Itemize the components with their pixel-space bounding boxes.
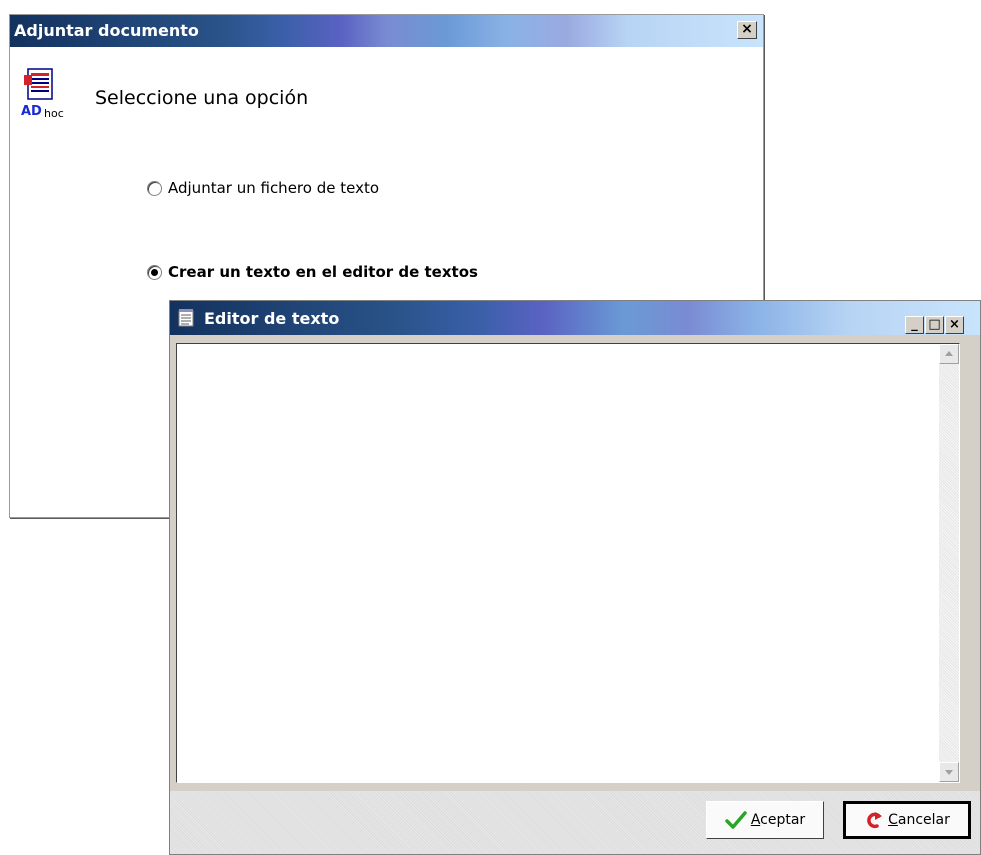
dialog-heading: Seleccione una opción [95, 87, 309, 109]
window-title: Editor de texto [204, 309, 340, 328]
adhoc-document-icon: AD hoc [21, 68, 64, 119]
scroll-down-button[interactable] [939, 762, 959, 782]
notepad-icon [178, 309, 194, 327]
accept-label: Aceptar [750, 812, 806, 828]
text-editor-window: Editor de texto _ □ × Aceptar Cancelar [169, 300, 981, 855]
title-bar[interactable]: Editor de texto _ □ × [170, 301, 980, 335]
minimize-button[interactable]: _ [905, 316, 924, 334]
option-label: Crear un texto en el editor de textos [168, 263, 478, 281]
cancel-arrow-icon [867, 812, 883, 829]
radio-button-checked[interactable] [147, 264, 162, 280]
accept-button[interactable]: Aceptar [706, 801, 824, 839]
cancel-button[interactable]: Cancelar [843, 801, 971, 839]
radio-button-unchecked[interactable] [147, 180, 162, 196]
scroll-up-button[interactable] [939, 344, 959, 364]
title-bar[interactable]: Adjuntar documento × [10, 15, 763, 47]
option-create-text-in-editor[interactable]: Crear un texto en el editor de textos [147, 263, 478, 281]
maximize-button[interactable]: □ [925, 316, 944, 334]
text-editor-area[interactable] [176, 343, 960, 783]
checkmark-icon [725, 811, 747, 829]
close-button[interactable]: × [737, 21, 757, 39]
option-label: Adjuntar un fichero de texto [168, 179, 380, 197]
option-attach-text-file[interactable]: Adjuntar un fichero de texto [147, 179, 379, 197]
vertical-scrollbar[interactable] [939, 344, 959, 782]
svg-text:AD: AD [21, 104, 42, 119]
cancel-label: Cancelar [888, 812, 950, 828]
dialog-title: Adjuntar documento [14, 21, 199, 40]
svg-text:hoc: hoc [44, 107, 64, 119]
close-button[interactable]: × [945, 316, 964, 334]
